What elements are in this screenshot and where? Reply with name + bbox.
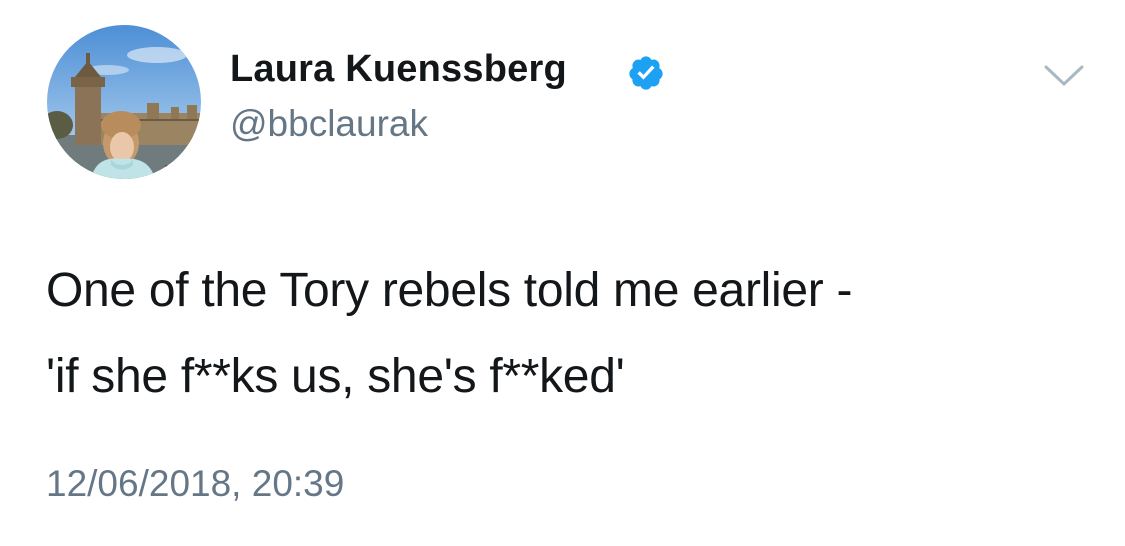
tweet-timestamp[interactable]: 12/06/2018, 20:39 — [46, 463, 344, 505]
avatar[interactable] — [47, 25, 201, 179]
chevron-down-icon[interactable] — [1042, 62, 1086, 90]
tweet-text: One of the Tory rebels told me earlier -… — [46, 248, 1106, 420]
tweet-card: Laura Kuenssberg @bbclaurak One of the T… — [0, 0, 1125, 546]
verified-badge-icon — [629, 56, 663, 90]
tweet-text-line: 'if she f**ks us, she's f**ked' — [46, 350, 625, 403]
tweet-text-line: One of the Tory rebels told me earlier - — [46, 264, 853, 317]
display-name[interactable]: Laura Kuenssberg — [230, 48, 567, 91]
avatar-photo — [47, 25, 201, 179]
user-handle[interactable]: @bbclaurak — [230, 103, 428, 145]
